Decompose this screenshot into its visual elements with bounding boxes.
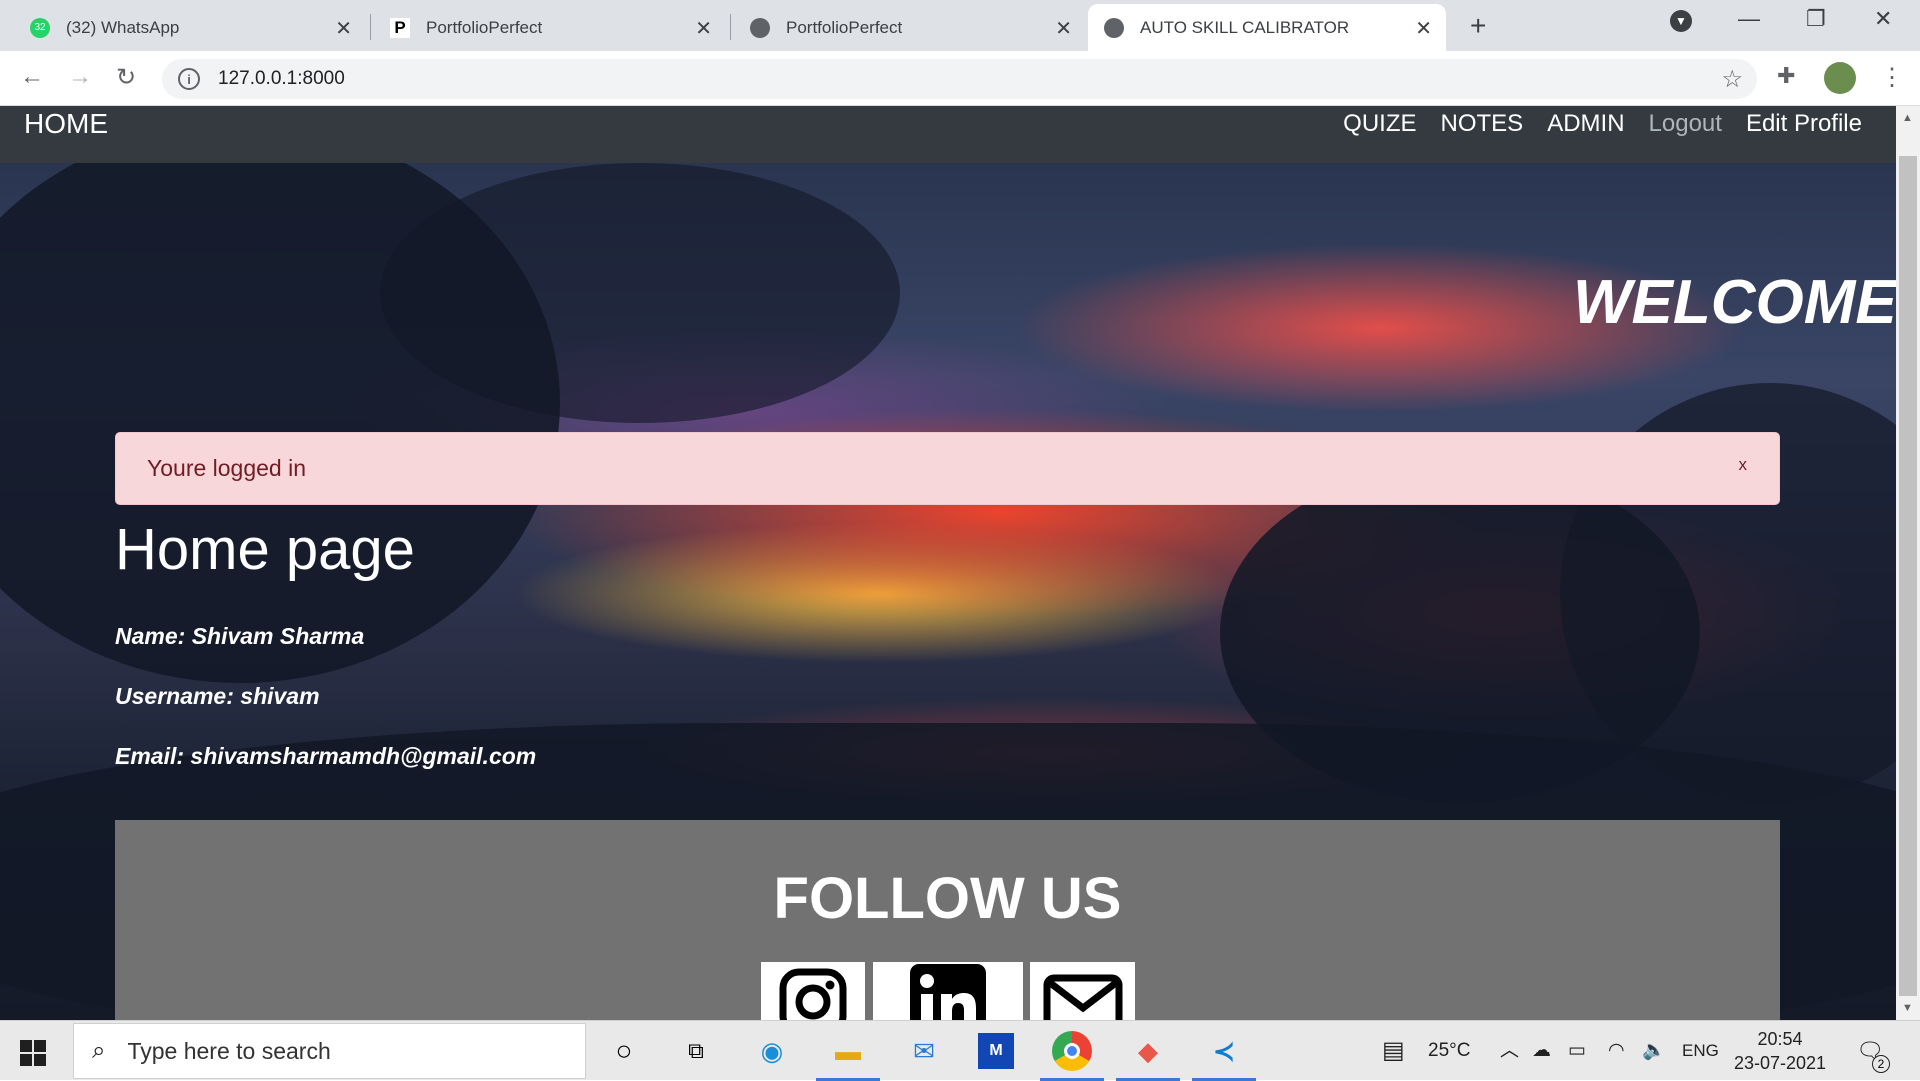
forward-icon[interactable]: → — [68, 63, 92, 91]
nav-quize-link[interactable]: QUIZE — [1343, 106, 1416, 142]
taskbar-clock[interactable]: 20:54 23-07-2021 — [1720, 1027, 1840, 1075]
cortana-icon[interactable]: ○ — [604, 1031, 644, 1071]
hero-background: WELCOME T Youre logged in x Home page Na… — [0, 123, 1896, 1020]
tab-search-icon[interactable]: ▼ — [1670, 10, 1692, 32]
menu-kebab-icon[interactable]: ⋮ — [1880, 63, 1904, 92]
page-viewport: WELCOME T Youre logged in x Home page Na… — [0, 106, 1896, 1020]
nav-home-link[interactable]: HOME — [24, 106, 108, 142]
nav-edit-profile-link[interactable]: Edit Profile — [1746, 106, 1862, 142]
reload-icon[interactable]: ↻ — [116, 63, 136, 92]
vscode-icon[interactable]: ≺ — [1204, 1031, 1244, 1071]
user-email: Email: shivamsharmamdh@gmail.com — [115, 743, 537, 769]
taskbar-search-box[interactable]: ⌕ Type here to search — [73, 1023, 586, 1079]
alert-close-button[interactable]: x — [1739, 455, 1748, 475]
search-icon: ⌕ — [92, 1037, 106, 1064]
tab-title: (32) WhatsApp — [66, 17, 180, 37]
search-placeholder: Type here to search — [127, 1037, 331, 1064]
tab-whatsapp[interactable]: 32 (32) WhatsApp ✕ — [14, 4, 366, 51]
nav-notes-link[interactable]: NOTES — [1441, 106, 1524, 142]
windows-taskbar: ⌕ Type here to search ○ ⧉ ◉ ▬ ✉ M ◆ ≺ ▤ … — [0, 1020, 1920, 1081]
edge-icon[interactable]: ◉ — [752, 1031, 792, 1071]
mail-icon[interactable] — [1030, 962, 1135, 1020]
back-icon[interactable]: ← — [20, 63, 44, 91]
file-explorer-icon[interactable]: ▬ — [828, 1031, 868, 1071]
tab-title: AUTO SKILL CALIBRATOR — [1140, 17, 1350, 37]
mail-app-icon[interactable]: ✉ — [904, 1031, 944, 1071]
mymobile-app-icon[interactable]: M — [978, 1033, 1014, 1069]
site-navbar: HOME QUIZE NOTES ADMIN Logout Edit Profi… — [0, 106, 1896, 163]
url-text[interactable]: 127.0.0.1:8000 — [218, 68, 345, 90]
follow-us-section: FOLLOW US — [115, 820, 1780, 1020]
scroll-thumb[interactable] — [1899, 156, 1917, 996]
close-icon[interactable]: ✕ — [335, 16, 352, 41]
volume-icon[interactable]: 🔈 — [1642, 1021, 1666, 1081]
nav-links: QUIZE NOTES ADMIN Logout Edit Profile — [1343, 106, 1862, 142]
tab-title: PortfolioPerfect — [786, 17, 903, 37]
instagram-icon[interactable] — [761, 962, 865, 1020]
git-app-icon[interactable]: ◆ — [1128, 1031, 1168, 1071]
follow-us-title: FOLLOW US — [773, 866, 1122, 931]
chrome-icon[interactable] — [1052, 1031, 1092, 1071]
scroll-up-icon[interactable]: ▲ — [1902, 112, 1913, 124]
close-icon[interactable]: ✕ — [1415, 16, 1432, 41]
profile-avatar[interactable] — [1824, 62, 1856, 94]
notification-count-badge: 2 — [1872, 1055, 1890, 1073]
alert-message: Youre logged in — [147, 455, 307, 481]
user-name: Name: Shivam Sharma — [115, 623, 365, 649]
show-hidden-icons-icon[interactable]: ︿ — [1500, 1021, 1519, 1081]
minimize-icon[interactable]: — — [1738, 6, 1760, 32]
extensions-icon[interactable]: ✚ — [1777, 63, 1795, 89]
bookmark-star-icon[interactable]: ☆ — [1721, 65, 1743, 94]
welcome-banner: WELCOME T — [1573, 268, 1896, 337]
browser-toolbar: ← → ↻ i 127.0.0.1:8000 ☆ ✚ ⋮ — [0, 51, 1920, 106]
globe-icon — [750, 17, 770, 38]
onedrive-icon[interactable]: ☁ — [1532, 1021, 1551, 1081]
clock-time: 20:54 — [1757, 1029, 1803, 1049]
task-view-icon[interactable]: ⧉ — [676, 1031, 716, 1071]
restore-icon[interactable]: ❐ — [1806, 6, 1826, 32]
globe-icon — [1104, 17, 1124, 38]
user-username: Username: shivam — [115, 683, 320, 709]
language-indicator[interactable]: ENG — [1682, 1021, 1719, 1081]
site-info-icon[interactable]: i — [178, 68, 200, 90]
address-bar[interactable]: i 127.0.0.1:8000 ☆ — [162, 59, 1757, 99]
portfolio-icon: P — [390, 17, 410, 38]
battery-icon[interactable]: ▭ — [1568, 1021, 1586, 1081]
tab-title: PortfolioPerfect — [426, 17, 543, 37]
tab-auto-skill-calibrator[interactable]: AUTO SKILL CALIBRATOR ✕ — [1088, 4, 1446, 51]
clock-date: 23-07-2021 — [1733, 1053, 1827, 1073]
page-scrollbar[interactable]: ▲ ▼ — [1896, 106, 1920, 1020]
new-tab-icon[interactable]: + — [1470, 10, 1486, 42]
window-close-icon[interactable]: ✕ — [1874, 6, 1892, 32]
nav-logout-link[interactable]: Logout — [1649, 106, 1722, 142]
browser-tab-strip: 32 (32) WhatsApp ✕ P PortfolioPerfect ✕ … — [0, 0, 1920, 51]
nav-admin-link[interactable]: ADMIN — [1547, 106, 1624, 142]
whatsapp-icon: 32 — [30, 17, 50, 38]
wifi-icon[interactable]: ◠ — [1608, 1021, 1625, 1081]
scroll-down-icon[interactable]: ▼ — [1902, 1002, 1913, 1014]
tab-portfolioperfect-1[interactable]: P PortfolioPerfect ✕ — [374, 4, 726, 51]
close-icon[interactable]: ✕ — [695, 16, 712, 41]
linkedin-icon[interactable] — [873, 962, 1023, 1020]
page-title: Home page — [115, 517, 415, 582]
close-icon[interactable]: ✕ — [1055, 16, 1072, 41]
login-alert: Youre logged in x — [115, 432, 1780, 505]
weather-temp[interactable]: 25°C — [1428, 1021, 1470, 1081]
tab-portfolioperfect-2[interactable]: PortfolioPerfect ✕ — [734, 4, 1086, 51]
windows-start-icon[interactable] — [20, 1040, 46, 1066]
news-weather-icon[interactable]: ▤ — [1382, 1021, 1405, 1081]
